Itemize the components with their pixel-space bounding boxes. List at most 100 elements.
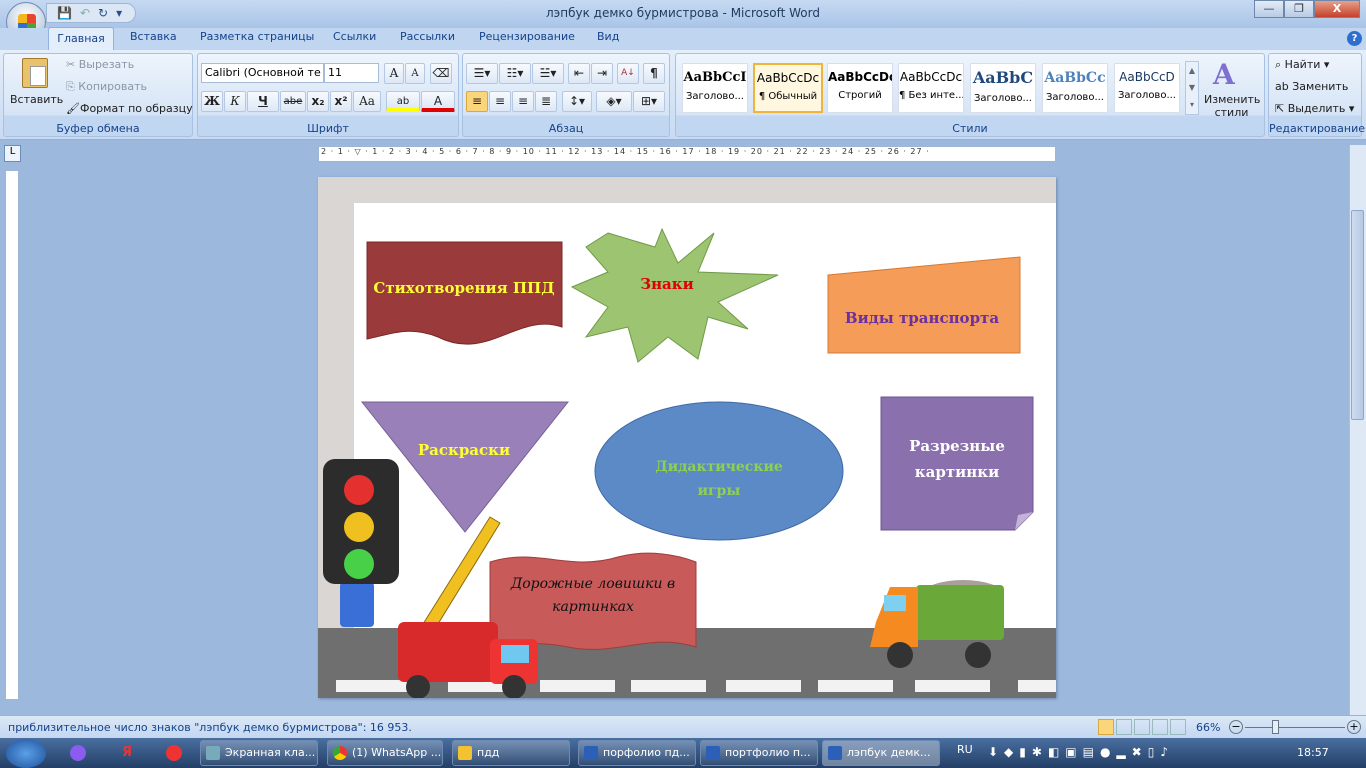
minimize-button[interactable]: — (1254, 0, 1284, 18)
styles-scroll[interactable]: ▲ ▼ ▾ (1185, 61, 1199, 115)
numbering-button[interactable]: ☷▾ (499, 63, 531, 84)
character-count[interactable]: приблизительное число знаков "лэпбук дем… (8, 721, 412, 734)
taskbar-label: (1) WhatsApp ... (352, 746, 442, 759)
draft-view-button[interactable] (1170, 719, 1186, 735)
font-size-dropdown[interactable]: 11 (324, 63, 379, 83)
align-center-button[interactable]: ≡ (489, 91, 511, 112)
save-icon[interactable]: 💾 (57, 6, 72, 20)
language-indicator[interactable]: RU (957, 743, 973, 756)
alice-icon[interactable] (70, 745, 86, 761)
grow-font-button[interactable]: A (384, 63, 404, 84)
superscript-button[interactable]: x² (330, 91, 352, 112)
tab-view[interactable]: Вид (597, 30, 619, 43)
taskbar-label: портфолио п... (725, 746, 811, 759)
highlight-button[interactable]: ab (386, 91, 420, 112)
multilevel-list-button[interactable]: ☱▾ (532, 63, 564, 84)
bold-button[interactable]: Ж (201, 91, 223, 112)
yandex-browser-icon[interactable] (166, 745, 182, 761)
start-button[interactable] (6, 739, 46, 768)
tab-home[interactable]: Главная (48, 27, 114, 51)
customize-qat-icon[interactable]: ▾ (116, 6, 122, 20)
style-preview: AaBbCcDc (828, 70, 892, 84)
style-normal[interactable]: AaBbCcDc ¶ Обычный (753, 63, 823, 113)
show-marks-button[interactable]: ¶ (643, 63, 665, 84)
font-name-dropdown[interactable]: Calibri (Основной те (201, 63, 324, 83)
decrease-indent-button[interactable]: ⇤ (568, 63, 590, 84)
line-spacing-button[interactable]: ↕▾ (562, 91, 592, 112)
align-right-button[interactable]: ≡ (512, 91, 534, 112)
taskbar-item[interactable]: (1) WhatsApp ... (327, 740, 443, 766)
tab-mailings[interactable]: Рассылки (400, 30, 455, 43)
underline-button[interactable]: Ч (247, 91, 279, 112)
traps-label-1: Дорожные ловишки в (510, 576, 675, 592)
bullets-button[interactable]: ☰▾ (466, 63, 498, 84)
cut-label: Вырезать (78, 58, 135, 71)
style-strong[interactable]: AaBbCcDc Строгий (827, 63, 893, 113)
copy-button[interactable]: ⎘ Копировать (66, 80, 147, 94)
full-screen-reading-button[interactable] (1116, 719, 1132, 735)
restore-button[interactable]: ❐ (1284, 0, 1314, 18)
format-painter-label: Формат по образцу (79, 102, 193, 115)
align-left-button[interactable]: ≡ (466, 91, 488, 112)
tab-page-layout[interactable]: Разметка страницы (200, 30, 314, 43)
paste-button[interactable]: Вставить (10, 93, 63, 106)
window-title: лэпбук демко бурмистрова - Microsoft Wor… (546, 6, 820, 20)
document-page[interactable]: Стихотворения ППД Знаки Виды транспорта … (318, 177, 1056, 699)
shrink-font-button[interactable]: A (405, 63, 425, 84)
taskbar-item-active[interactable]: лэпбук демк... (822, 740, 940, 766)
increase-indent-button[interactable]: ⇥ (591, 63, 613, 84)
system-tray-icons[interactable]: ⬇◆▮✱◧▣▤●▂✖▯♪ (988, 745, 1174, 759)
taskbar-item[interactable]: порфолио пд... (578, 740, 696, 766)
justify-button[interactable]: ≣ (535, 91, 557, 112)
zoom-slider[interactable] (1245, 727, 1345, 728)
taskbar-item[interactable]: пдд (452, 740, 570, 766)
word-icon (584, 746, 598, 760)
vertical-ruler[interactable] (5, 170, 19, 700)
cut-button[interactable]: ✂ Вырезать (66, 58, 134, 71)
subscript-button[interactable]: x₂ (307, 91, 329, 112)
games-label-2: игры (698, 483, 741, 499)
redo-icon[interactable]: ↻ (98, 6, 108, 20)
taskbar-item[interactable]: портфолио п... (700, 740, 818, 766)
horizontal-ruler[interactable]: 2 · 1 · ▽ · 1 · 2 · 3 · 4 · 5 · 6 · 7 · … (318, 146, 1056, 162)
scrollbar-thumb[interactable] (1351, 210, 1364, 420)
tab-review[interactable]: Рецензирование (479, 30, 575, 43)
web-layout-button[interactable] (1134, 719, 1150, 735)
style-heading-1[interactable]: AaBbCcI Заголово... (682, 63, 748, 113)
clock[interactable]: 18:57 (1297, 746, 1329, 759)
sort-button[interactable]: А↓ (617, 63, 639, 84)
yandex-icon[interactable]: Я (122, 745, 132, 760)
clear-formatting-button[interactable]: ⌫ (430, 63, 452, 84)
select-button[interactable]: ⇱ Выделить ▾ (1275, 102, 1354, 115)
style-preview: AaBbCcDc (899, 70, 963, 84)
strikethrough-button[interactable]: abe (280, 91, 306, 112)
zoom-out-button[interactable]: − (1229, 720, 1243, 734)
style-heading-2[interactable]: AaBbC Заголово... (970, 63, 1036, 113)
italic-button[interactable]: К (224, 91, 246, 112)
taskbar-item[interactable]: Экранная кла... (200, 740, 318, 766)
zoom-level[interactable]: 66% (1196, 721, 1220, 734)
replace-button[interactable]: ab Заменить (1275, 80, 1348, 93)
tab-references[interactable]: Ссылки (333, 30, 376, 43)
tab-selector-button[interactable]: L (4, 145, 21, 162)
borders-button[interactable]: ⊞▾ (633, 91, 665, 112)
tab-insert[interactable]: Вставка (130, 30, 177, 43)
close-button[interactable]: X (1314, 0, 1360, 18)
format-painter-button[interactable]: 🖌Формат по образцу (66, 102, 193, 115)
select-label: Выделить (1287, 102, 1346, 115)
find-button[interactable]: ⌕ Найти ▾ (1275, 58, 1329, 72)
zoom-slider-thumb[interactable] (1272, 720, 1279, 734)
style-no-spacing[interactable]: AaBbCcDc ¶ Без инте... (898, 63, 964, 113)
taskbar-label: лэпбук демк... (847, 746, 931, 759)
font-color-button[interactable]: A (421, 91, 455, 112)
undo-icon[interactable]: ↶ (80, 6, 90, 20)
style-heading-3[interactable]: AaBbCc Заголово... (1042, 63, 1108, 113)
print-layout-view-button[interactable] (1098, 719, 1114, 735)
help-icon[interactable]: ? (1347, 31, 1362, 46)
change-case-button[interactable]: Aa (353, 91, 381, 112)
change-styles-button[interactable]: Изменить стили (1204, 93, 1260, 119)
outline-view-button[interactable] (1152, 719, 1168, 735)
style-title[interactable]: AaBbCcD Заголово... (1114, 63, 1180, 113)
shading-button[interactable]: ◈▾ (596, 91, 632, 112)
zoom-in-button[interactable]: + (1347, 720, 1361, 734)
